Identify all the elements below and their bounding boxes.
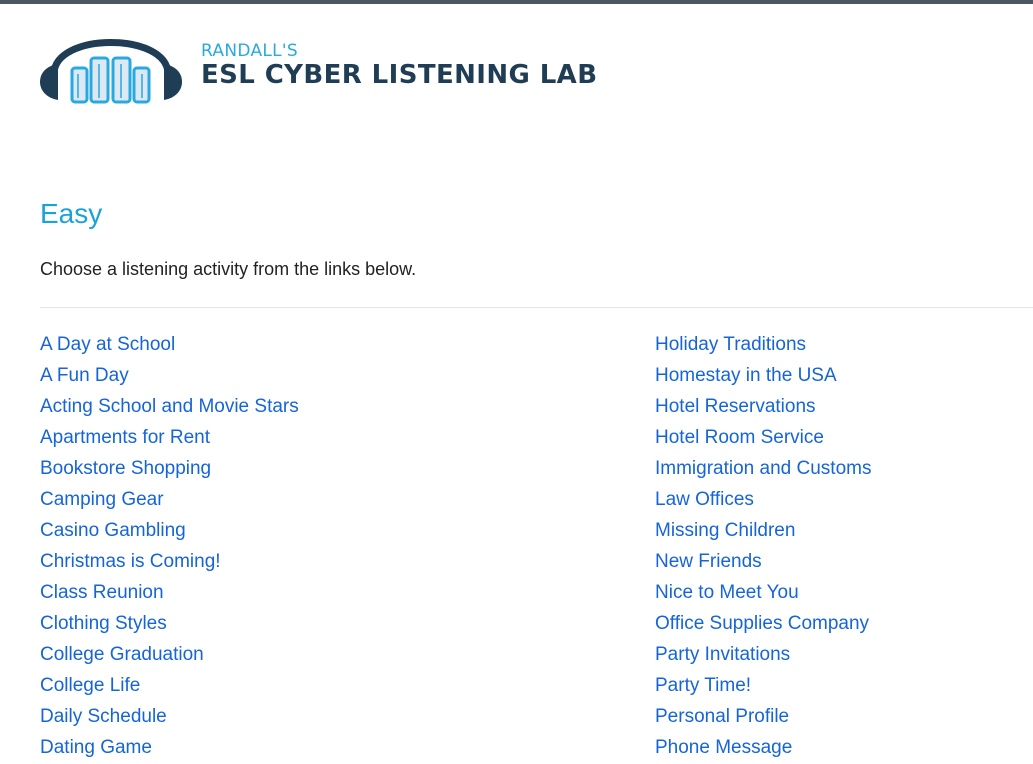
activity-link[interactable]: Dating Game (40, 737, 152, 758)
list-item: Christmas is Coming! (40, 546, 299, 577)
activity-link[interactable]: Party Time! (655, 675, 751, 696)
top-border (0, 0, 1033, 4)
list-item: Class Reunion (40, 577, 299, 608)
activity-link[interactable]: New Friends (655, 551, 762, 572)
activity-link[interactable]: Daily Schedule (40, 706, 167, 727)
activity-link[interactable]: Christmas is Coming! (40, 551, 221, 572)
list-item: A Day at School (40, 329, 299, 360)
activity-list-left: A Day at School A Fun Day Acting School an… (40, 329, 299, 763)
activity-link[interactable]: Party Invitations (655, 644, 790, 665)
activity-link[interactable]: College Life (40, 675, 140, 696)
brand-subtitle: RANDALL'S (201, 41, 298, 61)
activity-link[interactable]: Casino Gambling (40, 520, 186, 541)
activity-link[interactable]: College Graduation (40, 644, 204, 665)
activity-list-right: Holiday Traditions Homestay in the USA Hot… (655, 329, 871, 763)
site-header: RANDALL'S ESL CYBER LISTENING LAB (36, 12, 736, 112)
activity-link[interactable]: Clothing Styles (40, 613, 167, 634)
list-item: Casino Gambling (40, 515, 299, 546)
activity-link[interactable]: Nice to Meet You (655, 582, 799, 603)
activity-link[interactable]: Law Offices (655, 489, 754, 510)
brand-wordmark: RANDALL'S ESL CYBER LISTENING LAB (201, 42, 597, 90)
activity-link[interactable]: Holiday Traditions (655, 334, 806, 355)
activity-link[interactable]: Missing Children (655, 520, 795, 541)
activity-link[interactable]: Immigration and Customs (655, 458, 871, 479)
list-item: Party Invitations (655, 639, 871, 670)
list-item: A Fun Day (40, 360, 299, 391)
divider (40, 307, 1033, 308)
list-item: Nice to Meet You (655, 577, 871, 608)
list-item: Hotel Room Service (655, 422, 871, 453)
activity-link[interactable]: Homestay in the USA (655, 365, 837, 386)
activity-link[interactable]: Office Supplies Company (655, 613, 869, 634)
list-item: Holiday Traditions (655, 329, 871, 360)
list-item: Personal Profile (655, 701, 871, 732)
list-item: Office Supplies Company (655, 608, 871, 639)
list-item: Phone Message (655, 732, 871, 763)
activity-link[interactable]: Class Reunion (40, 582, 164, 603)
list-item: Bookstore Shopping (40, 453, 299, 484)
activity-link[interactable]: Hotel Reservations (655, 396, 816, 417)
list-item: Clothing Styles (40, 608, 299, 639)
activity-link[interactable]: A Day at School (40, 334, 175, 355)
list-item: Law Offices (655, 484, 871, 515)
headphones-books-icon (40, 39, 182, 104)
list-item: Homestay in the USA (655, 360, 871, 391)
activity-link[interactable]: A Fun Day (40, 365, 129, 386)
brand-title: ESL CYBER LISTENING LAB (201, 60, 598, 90)
activity-link[interactable]: Camping Gear (40, 489, 164, 510)
list-item: Apartments for Rent (40, 422, 299, 453)
activity-link[interactable]: Apartments for Rent (40, 427, 210, 448)
list-item: Immigration and Customs (655, 453, 871, 484)
logo-link[interactable] (36, 12, 186, 112)
list-item: Missing Children (655, 515, 871, 546)
list-item: Hotel Reservations (655, 391, 871, 422)
activity-link[interactable]: Phone Message (655, 737, 792, 758)
list-item: Dating Game (40, 732, 299, 763)
list-item: College Life (40, 670, 299, 701)
page-title: Easy (40, 198, 103, 229)
list-item: Acting School and Movie Stars (40, 391, 299, 422)
list-item: Daily Schedule (40, 701, 299, 732)
list-item: College Graduation (40, 639, 299, 670)
activity-link[interactable]: Acting School and Movie Stars (40, 396, 299, 417)
list-item: Camping Gear (40, 484, 299, 515)
activity-link[interactable]: Personal Profile (655, 706, 789, 727)
activity-link[interactable]: Bookstore Shopping (40, 458, 211, 479)
intro-text: Choose a listening activity from the lin… (40, 259, 417, 279)
list-item: Party Time! (655, 670, 871, 701)
list-item: New Friends (655, 546, 871, 577)
activity-link[interactable]: Hotel Room Service (655, 427, 824, 448)
